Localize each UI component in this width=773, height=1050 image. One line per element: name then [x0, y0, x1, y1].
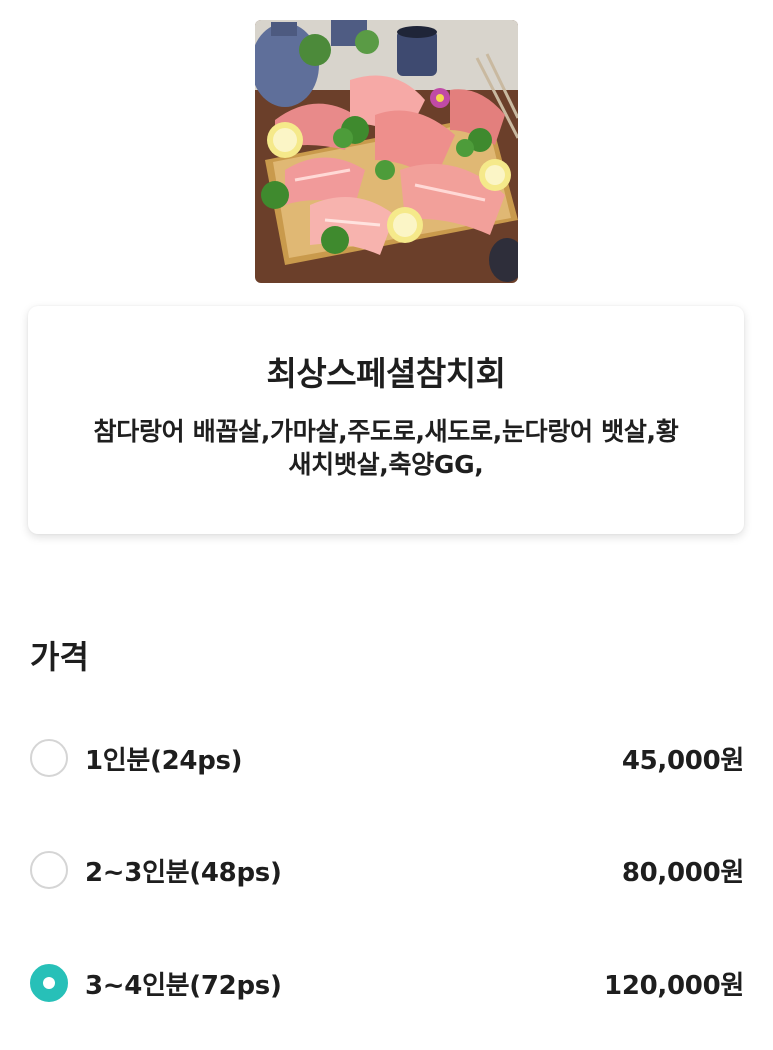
- radio-dot-icon: [43, 977, 55, 989]
- radio-button[interactable]: [30, 851, 68, 889]
- price-option-2[interactable]: 2~3인분(48ps) 80,000원: [30, 845, 744, 895]
- menu-info-card: 최상스페셜참치회 참다랑어 배꼽살,가마살,주도로,새도로,눈다랑어 뱃살,황새…: [28, 306, 744, 534]
- option-label: 3~4인분(72ps): [85, 970, 282, 1001]
- option-price: 80,000원: [621, 857, 744, 888]
- menu-description: 참다랑어 배꼽살,가마살,주도로,새도로,눈다랑어 뱃살,황새치뱃살,축양GG,: [93, 417, 679, 479]
- option-label: 2~3인분(48ps): [85, 857, 282, 888]
- menu-title: 최상스페셜참치회: [266, 354, 506, 393]
- radio-button[interactable]: [30, 739, 68, 777]
- option-label: 1인분(24ps): [85, 745, 243, 776]
- price-option-3[interactable]: 3~4인분(72ps) 120,000원: [30, 958, 744, 1008]
- price-section-title: 가격: [30, 638, 89, 676]
- option-price: 45,000원: [621, 745, 744, 776]
- product-image: [255, 20, 518, 283]
- option-price: 120,000원: [604, 970, 744, 1001]
- price-option-1[interactable]: 1인분(24ps) 45,000원: [30, 733, 744, 783]
- radio-button-selected[interactable]: [30, 964, 68, 1002]
